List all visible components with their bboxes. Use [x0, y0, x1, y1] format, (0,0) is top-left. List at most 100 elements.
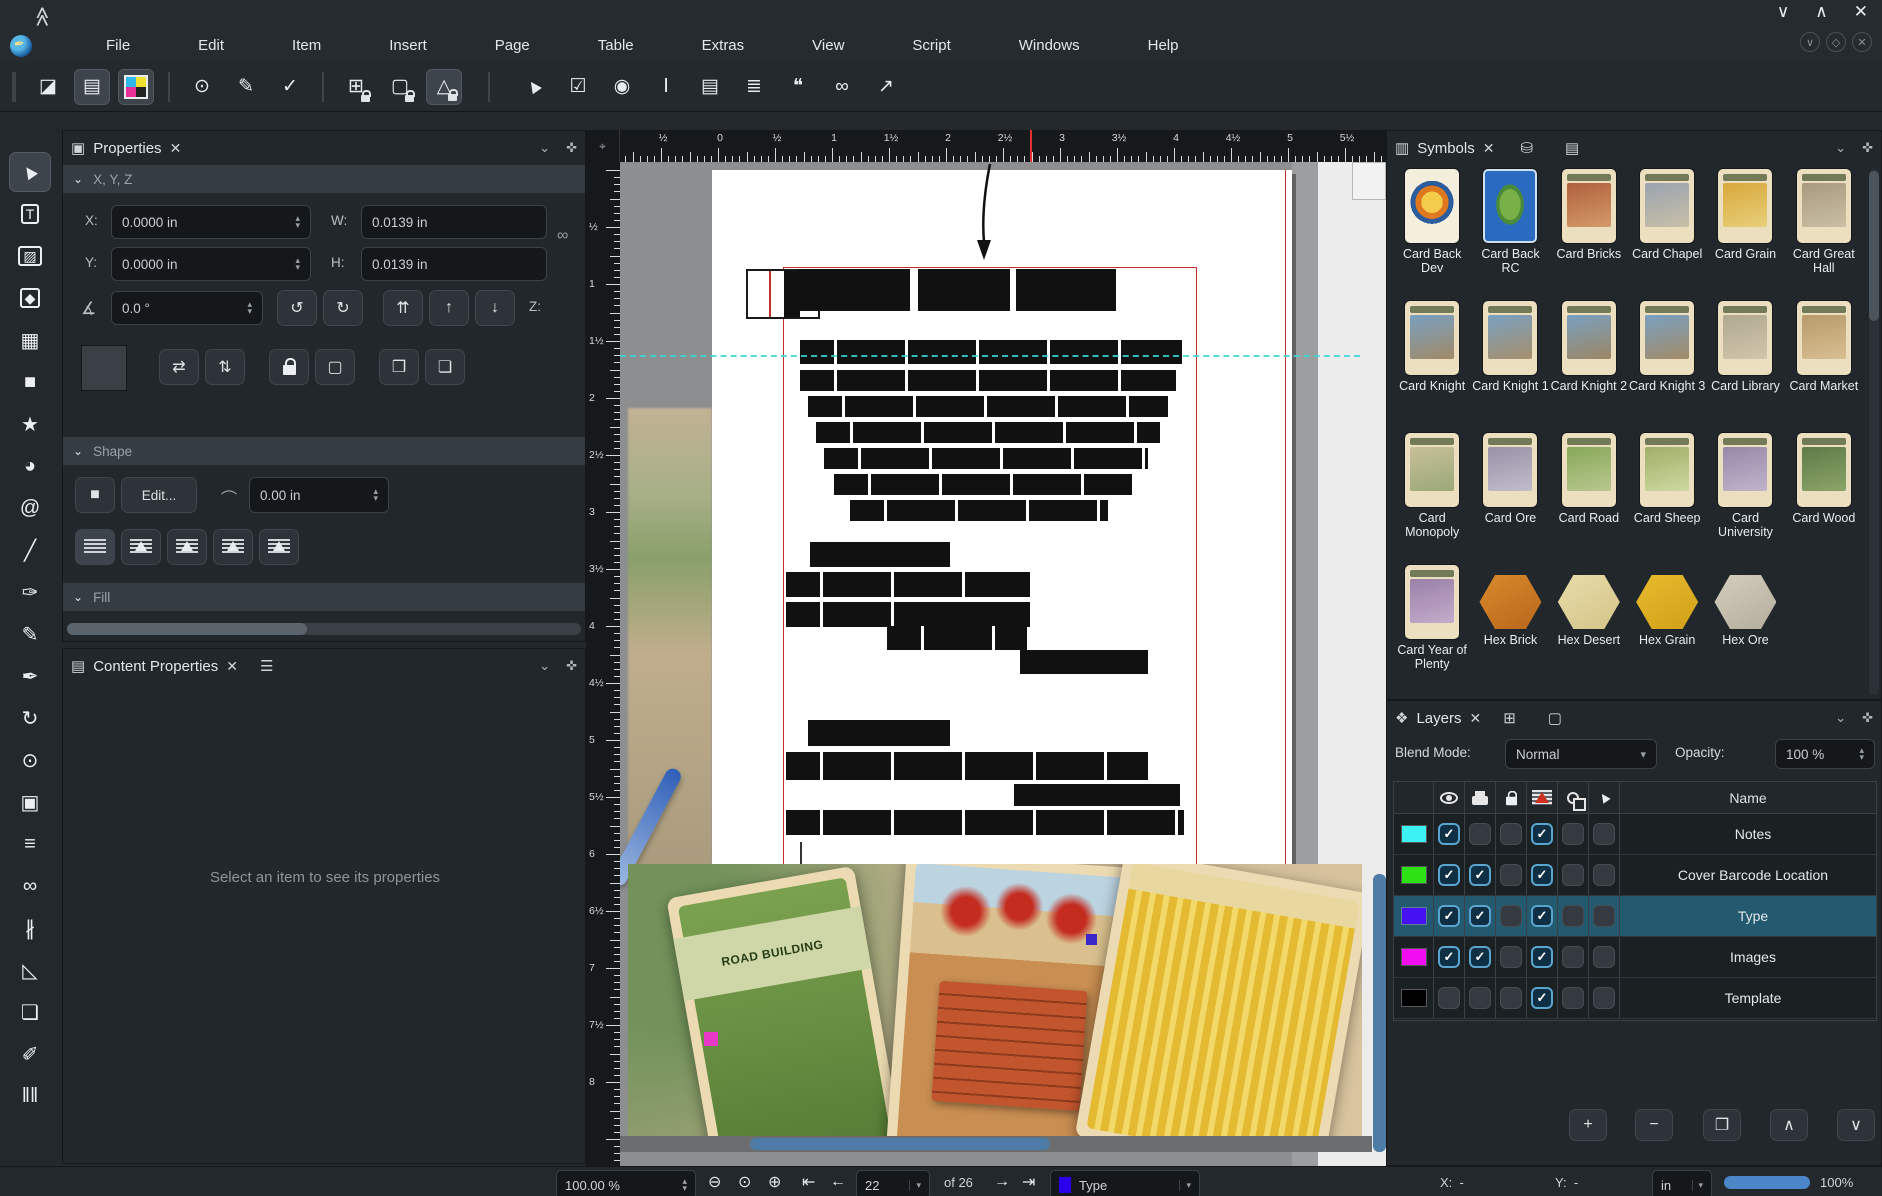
- shape-selector-button[interactable]: ■: [75, 477, 115, 513]
- section-xyz-header[interactable]: ⌄ X, Y, Z: [63, 165, 585, 193]
- link-annotation-tool[interactable]: ∞: [824, 69, 860, 105]
- zoom-tool[interactable]: ⊙: [9, 740, 51, 780]
- unlink-text-frames-tool[interactable]: ∦: [9, 908, 51, 948]
- layer-checkbox[interactable]: [1469, 823, 1491, 845]
- symbol-item[interactable]: Card Back Dev: [1393, 169, 1471, 301]
- zoom-level-field[interactable]: 100.00 % ▴▾: [556, 1170, 696, 1196]
- lock-shapes-button[interactable]: △: [426, 69, 462, 105]
- object-handle[interactable]: [1086, 934, 1097, 945]
- symbol-item[interactable]: Card Knight: [1393, 301, 1471, 433]
- layer-color-swatch[interactable]: [1402, 867, 1426, 883]
- layer-checkbox[interactable]: ✓: [1469, 905, 1491, 927]
- bleed-image-strip[interactable]: [628, 408, 712, 878]
- redacted-text-block[interactable]: [1016, 269, 1116, 311]
- chevron-down-icon[interactable]: ⌄: [539, 658, 550, 674]
- remove-layer-button[interactable]: −: [1635, 1109, 1673, 1141]
- add-layer-button[interactable]: +: [1569, 1109, 1607, 1141]
- pdf-text-field-tool[interactable]: Ⅰ: [648, 69, 684, 105]
- layer-checkbox[interactable]: [1500, 823, 1522, 845]
- level-top-button[interactable]: ⇈: [383, 290, 423, 326]
- symbol-item[interactable]: Card Ore: [1471, 433, 1549, 565]
- symbol-item[interactable]: Card Monopoly: [1393, 433, 1471, 565]
- rotate-ccw-button[interactable]: ↺: [277, 290, 317, 326]
- layer-checkbox[interactable]: ✓: [1531, 823, 1553, 845]
- text-flow-disabled-button[interactable]: [75, 529, 115, 565]
- menu-item[interactable]: Page: [461, 30, 564, 62]
- doc-maximize-button[interactable]: ◇: [1826, 32, 1846, 52]
- flip-horizontal-button[interactable]: ⇄: [159, 349, 199, 385]
- symbol-item[interactable]: Card Knight 2: [1550, 301, 1628, 433]
- horizontal-ruler[interactable]: ½0½11½22½33½44½55½: [620, 130, 1386, 162]
- pdf-push-button-tool[interactable]: ▲: [516, 69, 552, 105]
- doc-close-button[interactable]: ✕: [1852, 32, 1872, 52]
- menu-item[interactable]: Insert: [355, 30, 461, 62]
- symbol-item[interactable]: Card Sheep: [1628, 433, 1706, 565]
- stack-icon[interactable]: ⛁: [1520, 139, 1533, 157]
- shape-edit-button[interactable]: Edit...: [121, 477, 197, 513]
- text-flow-clip-button[interactable]: [259, 529, 299, 565]
- layer-checkbox[interactable]: [1593, 987, 1615, 1009]
- menu-item[interactable]: Item: [258, 30, 355, 62]
- symbol-item[interactable]: Card Library: [1706, 301, 1784, 433]
- symbol-item[interactable]: Hex Brick: [1471, 565, 1549, 697]
- duplicate-layer-button[interactable]: ❐: [1703, 1109, 1741, 1141]
- layer-checkbox[interactable]: ✓: [1531, 946, 1553, 968]
- arrow-annotation[interactable]: [974, 164, 998, 260]
- menu-item[interactable]: File: [72, 30, 164, 62]
- redacted-text-block[interactable]: [810, 542, 950, 567]
- insert-arc-tool[interactable]: ◕: [9, 446, 51, 486]
- corner-radius-field[interactable]: 0.00 in▴▾: [249, 477, 389, 513]
- layer-checkbox[interactable]: [1469, 987, 1491, 1009]
- layer-checkbox[interactable]: [1562, 987, 1584, 1009]
- unit-select[interactable]: in ▾: [1652, 1170, 1712, 1196]
- pin-icon[interactable]: ✜: [1862, 140, 1873, 156]
- redacted-text-block[interactable]: [887, 626, 1027, 650]
- ruler-origin-button[interactable]: ⌖: [586, 130, 620, 162]
- section-shape-header[interactable]: ⌄ Shape: [63, 437, 585, 465]
- text-flow-contour-button[interactable]: [213, 529, 253, 565]
- symbol-item[interactable]: Card Great Hall: [1785, 169, 1863, 301]
- symbols-scrollbar[interactable]: [1869, 169, 1879, 695]
- redacted-text-block[interactable]: [850, 500, 1108, 521]
- redacted-text-block[interactable]: [952, 602, 1030, 627]
- layer-color-swatch[interactable]: [1402, 949, 1426, 965]
- raise-layer-button[interactable]: ∧: [1770, 1109, 1808, 1141]
- pin-icon[interactable]: ✜: [566, 140, 577, 156]
- save-document-button[interactable]: [118, 69, 154, 105]
- layer-checkbox[interactable]: ✓: [1438, 905, 1460, 927]
- group-button[interactable]: ❒: [379, 349, 419, 385]
- insert-bezier-curve-tool[interactable]: ✑: [9, 572, 51, 612]
- first-page-button[interactable]: ⇤: [802, 1167, 815, 1196]
- insert-barcode-tool[interactable]: ‖‖: [9, 1076, 51, 1116]
- active-layer-select[interactable]: Type ▾: [1050, 1170, 1200, 1196]
- insert-render-frame-tool[interactable]: ◆: [9, 278, 51, 318]
- properties-scrollbar[interactable]: [67, 623, 581, 635]
- redacted-text-block[interactable]: [800, 370, 1176, 391]
- insert-spiral-tool[interactable]: @: [9, 488, 51, 528]
- selection-handle[interactable]: [704, 1032, 718, 1046]
- maximize-button[interactable]: ∧: [1815, 2, 1827, 22]
- text-annotation-tool[interactable]: ❝: [780, 69, 816, 105]
- redacted-text-block[interactable]: [808, 396, 1168, 417]
- layer-checkbox[interactable]: [1500, 987, 1522, 1009]
- pdf-checkbox-tool[interactable]: ☑: [560, 69, 596, 105]
- layer-checkbox[interactable]: [1562, 864, 1584, 886]
- symbol-item[interactable]: Card Knight 3: [1628, 301, 1706, 433]
- symbol-item[interactable]: Hex Ore: [1706, 565, 1784, 697]
- redacted-text-block[interactable]: [808, 720, 950, 746]
- vertical-ruler[interactable]: ½11½22½33½44½55½66½77½8: [586, 162, 620, 1166]
- insert-table-tool[interactable]: ▦: [9, 320, 51, 360]
- layer-checkbox[interactable]: [1438, 987, 1460, 1009]
- insert-calligraphic-line-tool[interactable]: ✒: [9, 656, 51, 696]
- lock-size-button[interactable]: ▢: [315, 349, 355, 385]
- new-document-button[interactable]: ◪: [30, 69, 66, 105]
- close-button[interactable]: ✕: [1854, 2, 1868, 22]
- symbol-item[interactable]: Card Grain: [1706, 169, 1784, 301]
- story-editor-tool[interactable]: ≡: [9, 824, 51, 864]
- blend-mode-select[interactable]: Normal▾: [1505, 739, 1657, 769]
- symbol-item[interactable]: Card University: [1706, 433, 1784, 565]
- link-wh-icon[interactable]: ∞: [557, 227, 568, 245]
- pdf-combo-box-tool[interactable]: ▤: [692, 69, 728, 105]
- pdf-list-box-tool[interactable]: ≣: [736, 69, 772, 105]
- layer-row[interactable]: ✓✓✓ Cover Barcode Location: [1394, 855, 1876, 896]
